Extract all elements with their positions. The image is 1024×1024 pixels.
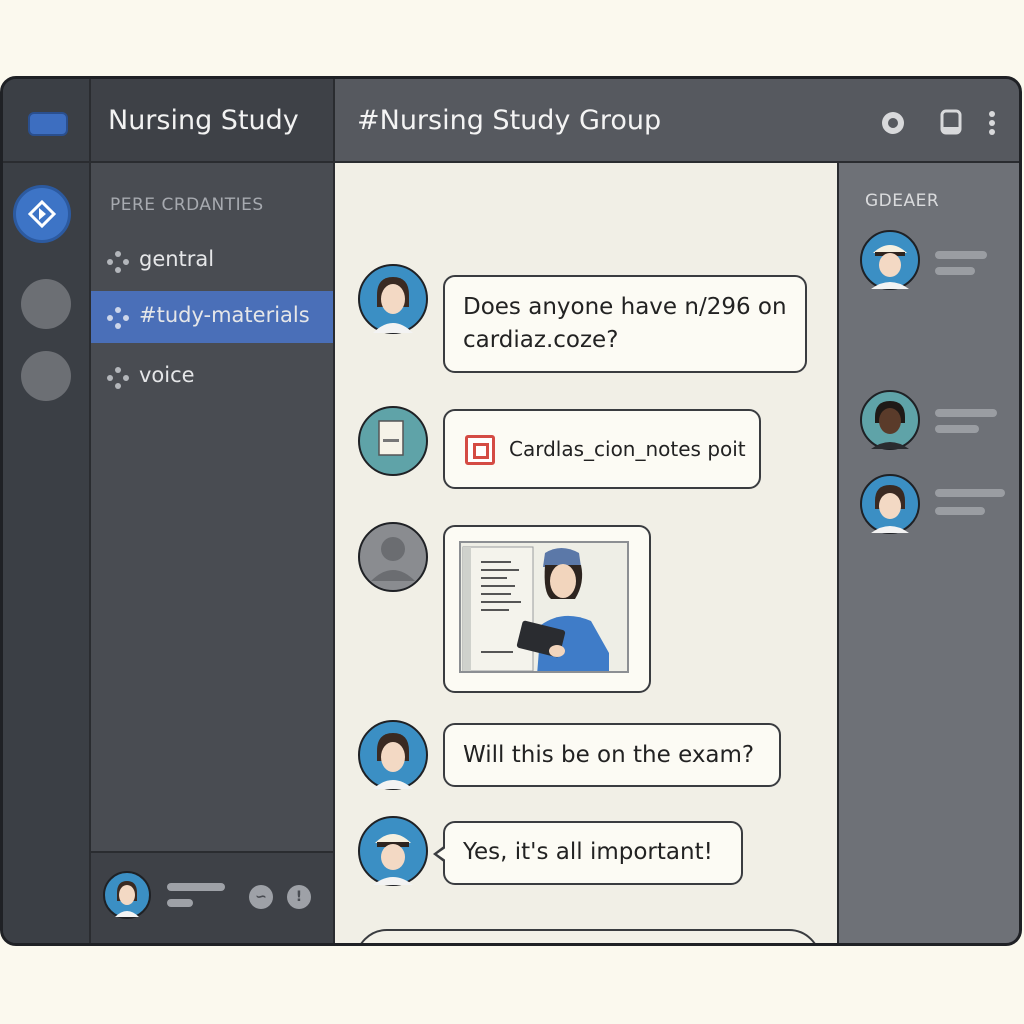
message-bubble: Does anyone have n/296 on cardiaz.coze? bbox=[443, 275, 807, 373]
message-input[interactable] bbox=[377, 945, 707, 946]
headset-icon[interactable]: ∽ bbox=[249, 885, 273, 909]
avatar[interactable] bbox=[357, 719, 429, 791]
channel-section-title: PERE CRDANTIES bbox=[110, 195, 264, 215]
channel-icon bbox=[107, 367, 129, 389]
member-item[interactable] bbox=[859, 389, 1009, 459]
message-bubble: Will this be on the exam? bbox=[443, 723, 781, 787]
channel-icon bbox=[107, 307, 129, 329]
avatar[interactable] bbox=[103, 871, 151, 919]
message-bubble: Yes, it's all important! bbox=[433, 821, 743, 885]
avatar-document[interactable] bbox=[357, 405, 429, 477]
member-section-title: GDEAER bbox=[865, 191, 940, 211]
nurse-studying-image bbox=[459, 541, 629, 673]
member-item[interactable] bbox=[859, 473, 1009, 543]
more-vertical-icon[interactable] bbox=[987, 109, 997, 137]
server-icon[interactable] bbox=[21, 279, 71, 329]
member-item[interactable] bbox=[859, 229, 1009, 299]
channel-header: #Nursing Study Group bbox=[335, 79, 1019, 163]
member-list: GDEAER bbox=[839, 163, 1019, 943]
alert-icon[interactable]: ! bbox=[287, 885, 311, 909]
member-name-placeholder bbox=[935, 409, 997, 417]
default-avatar-icon[interactable] bbox=[357, 521, 429, 593]
server-icon-active[interactable] bbox=[13, 185, 71, 243]
member-status-placeholder bbox=[935, 267, 975, 275]
file-name: Cardlas_cion_notes poit bbox=[509, 437, 746, 461]
pdf-file-icon bbox=[465, 435, 495, 465]
page-title: #Nursing Study Group bbox=[357, 105, 662, 136]
server-name[interactable]: Nursing Study bbox=[91, 79, 333, 163]
member-name-placeholder bbox=[935, 251, 987, 259]
channel-item-study-materials[interactable]: #tudy-materials bbox=[91, 291, 333, 343]
at-icon[interactable] bbox=[879, 109, 907, 137]
channel-sidebar: Nursing Study PERE CRDANTIES gentral #tu… bbox=[91, 79, 335, 943]
server-icon[interactable] bbox=[21, 351, 71, 401]
avatar-nurse-cap[interactable] bbox=[357, 815, 429, 887]
username-placeholder bbox=[167, 883, 225, 891]
home-button[interactable] bbox=[28, 112, 68, 136]
app-window: Nursing Study PERE CRDANTIES gentral #tu… bbox=[0, 76, 1022, 946]
status-placeholder bbox=[167, 899, 193, 907]
file-attachment[interactable]: Cardlas_cion_notes poit bbox=[443, 409, 761, 489]
server-rail bbox=[3, 79, 91, 943]
member-name-placeholder bbox=[935, 489, 1005, 497]
avatar[interactable] bbox=[357, 263, 429, 335]
user-bar: ∽ ! bbox=[91, 851, 333, 943]
avatar bbox=[860, 390, 920, 450]
channel-label: gentral bbox=[139, 247, 215, 271]
bookmark-icon[interactable] bbox=[939, 109, 963, 137]
rail-header bbox=[3, 79, 89, 163]
avatar bbox=[860, 474, 920, 534]
channel-label: voice bbox=[139, 363, 195, 387]
direction-arrow-icon bbox=[28, 200, 56, 228]
message-composer bbox=[355, 929, 821, 946]
channel-icon bbox=[107, 251, 129, 273]
channel-item-voice[interactable]: voice bbox=[91, 351, 333, 403]
avatar-nurse-cap bbox=[860, 230, 920, 290]
member-status-placeholder bbox=[935, 425, 979, 433]
member-status-placeholder bbox=[935, 507, 985, 515]
channel-item-general[interactable]: gentral bbox=[91, 235, 333, 287]
channel-label: #tudy-materials bbox=[139, 303, 310, 327]
message-list: Does anyone have n/296 on cardiaz.coze? … bbox=[335, 163, 839, 946]
image-attachment[interactable] bbox=[443, 525, 651, 693]
